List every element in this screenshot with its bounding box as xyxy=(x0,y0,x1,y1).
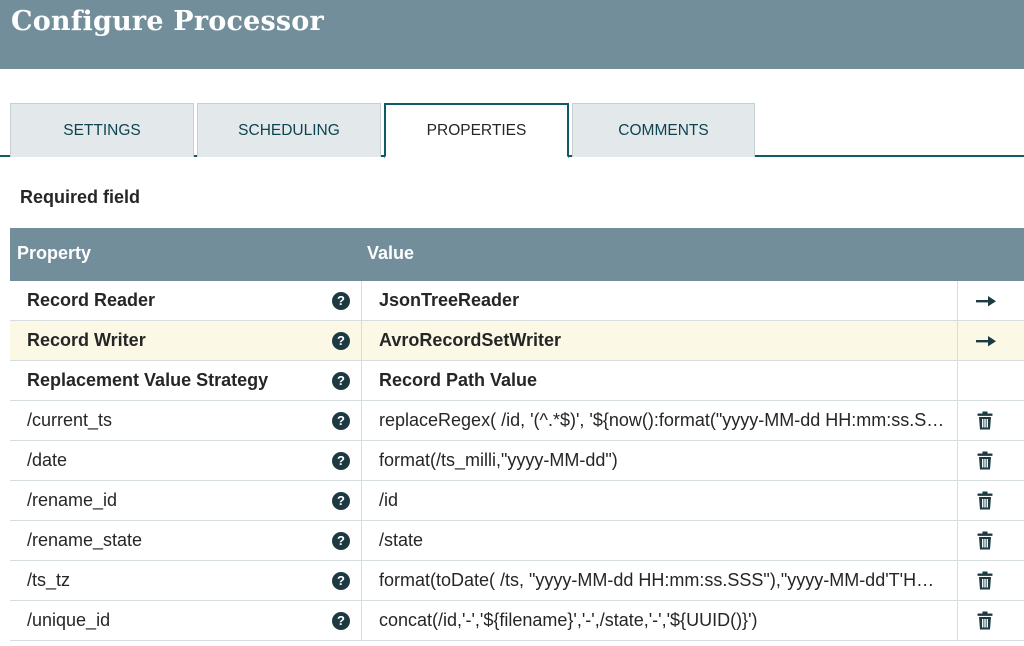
property-name: /current_ts xyxy=(27,410,113,430)
property-name: Replacement Value Strategy xyxy=(27,370,269,390)
property-cell: /date? xyxy=(10,441,362,481)
property-name: Record Reader xyxy=(27,290,156,310)
value-cell[interactable]: Record Path Value xyxy=(362,361,958,401)
property-name: Record Writer xyxy=(27,330,146,350)
help-icon[interactable]: ? xyxy=(332,572,350,590)
value-cell[interactable]: JsonTreeReader xyxy=(362,281,958,321)
property-cell: Record Reader? xyxy=(10,281,362,321)
column-header-property[interactable]: Property xyxy=(17,243,91,264)
dialog-title: Configure Processor xyxy=(11,6,324,37)
table-row[interactable]: /rename_id? /id xyxy=(10,481,1024,521)
table-row[interactable]: Record Reader? JsonTreeReader xyxy=(10,281,1024,321)
help-icon[interactable]: ? xyxy=(332,412,350,430)
property-cell: /ts_tz? xyxy=(10,561,362,601)
property-value[interactable]: format(toDate( /ts, "yyyy-MM-dd HH:mm:ss… xyxy=(379,570,945,591)
required-field-note: Required field xyxy=(20,187,141,207)
action-cell xyxy=(958,521,1024,561)
value-cell[interactable]: format(/ts_milli,"yyyy-MM-dd") xyxy=(362,441,958,481)
trash-icon[interactable] xyxy=(977,491,993,510)
dialog-header: Configure Processor xyxy=(0,0,1024,69)
trash-icon[interactable] xyxy=(977,571,993,590)
action-cell xyxy=(958,481,1024,521)
property-value[interactable]: Record Path Value xyxy=(379,370,945,391)
property-name: /date xyxy=(27,450,68,470)
help-icon[interactable]: ? xyxy=(332,372,350,390)
action-cell xyxy=(958,321,1024,361)
property-cell: /unique_id? xyxy=(10,601,362,641)
property-name: /unique_id xyxy=(27,610,111,630)
table-row[interactable]: /date? format(/ts_milli,"yyyy-MM-dd") xyxy=(10,441,1024,481)
table-row[interactable]: /current_ts? replaceRegex( /id, '(^.*$)',… xyxy=(10,401,1024,441)
action-cell xyxy=(958,361,1024,401)
action-cell xyxy=(958,601,1024,641)
property-value[interactable]: JsonTreeReader xyxy=(379,290,945,311)
action-cell xyxy=(958,401,1024,441)
value-cell[interactable]: format(toDate( /ts, "yyyy-MM-dd HH:mm:ss… xyxy=(362,561,958,601)
value-cell[interactable]: AvroRecordSetWriter xyxy=(362,321,958,361)
property-value[interactable]: replaceRegex( /id, '(^.*$)', '${now():fo… xyxy=(379,410,945,431)
table-row[interactable]: Replacement Value Strategy? Record Path V… xyxy=(10,361,1024,401)
property-cell: /rename_state? xyxy=(10,521,362,561)
arrow-right-icon[interactable] xyxy=(976,333,996,349)
arrow-right-icon[interactable] xyxy=(976,293,996,309)
help-icon[interactable]: ? xyxy=(332,612,350,630)
property-cell: Replacement Value Strategy? xyxy=(10,361,362,401)
table-row[interactable]: Record Writer? AvroRecordSetWriter xyxy=(10,321,1024,361)
trash-icon[interactable] xyxy=(977,531,993,550)
value-cell[interactable]: replaceRegex( /id, '(^.*$)', '${now():fo… xyxy=(362,401,958,441)
tab-comments[interactable]: COMMENTS xyxy=(572,103,755,157)
property-name: /rename_id xyxy=(27,490,118,510)
tab-settings[interactable]: SETTINGS xyxy=(10,103,194,157)
help-icon[interactable]: ? xyxy=(332,452,350,470)
property-cell: Record Writer? xyxy=(10,321,362,361)
property-value[interactable]: /id xyxy=(379,490,945,511)
trash-icon[interactable] xyxy=(977,611,993,630)
help-icon[interactable]: ? xyxy=(332,292,350,310)
tab-properties[interactable]: PROPERTIES xyxy=(384,103,569,158)
table-header: Property Value xyxy=(10,228,1024,281)
table-body: Record Reader? JsonTreeReader Record Write… xyxy=(10,281,1024,641)
property-cell: /rename_id? xyxy=(10,481,362,521)
action-cell xyxy=(958,281,1024,321)
tab-scheduling[interactable]: SCHEDULING xyxy=(197,103,381,157)
table-row[interactable]: /ts_tz? format(toDate( /ts, "yyyy-MM-dd H… xyxy=(10,561,1024,601)
action-cell xyxy=(958,561,1024,601)
property-value[interactable]: format(/ts_milli,"yyyy-MM-dd") xyxy=(379,450,945,471)
help-icon[interactable]: ? xyxy=(332,532,350,550)
value-cell[interactable]: /state xyxy=(362,521,958,561)
properties-table: Property Value Record Reader? JsonTreeRea… xyxy=(10,228,1024,641)
help-icon[interactable]: ? xyxy=(332,332,350,350)
column-header-value[interactable]: Value xyxy=(367,243,414,264)
property-value[interactable]: concat(/id,'-','${filename}','-',/state,… xyxy=(379,610,945,631)
trash-icon[interactable] xyxy=(977,451,993,470)
help-icon[interactable]: ? xyxy=(332,492,350,510)
property-name: /rename_state xyxy=(27,530,143,550)
property-name: /ts_tz xyxy=(27,570,71,590)
table-row[interactable]: /rename_state? /state xyxy=(10,521,1024,561)
trash-icon[interactable] xyxy=(977,411,993,430)
value-cell[interactable]: /id xyxy=(362,481,958,521)
table-row[interactable]: /unique_id? concat(/id,'-','${filename}',… xyxy=(10,601,1024,641)
value-cell[interactable]: concat(/id,'-','${filename}','-',/state,… xyxy=(362,601,958,641)
action-cell xyxy=(958,441,1024,481)
property-cell: /current_ts? xyxy=(10,401,362,441)
property-value[interactable]: AvroRecordSetWriter xyxy=(379,330,945,351)
property-value[interactable]: /state xyxy=(379,530,945,551)
